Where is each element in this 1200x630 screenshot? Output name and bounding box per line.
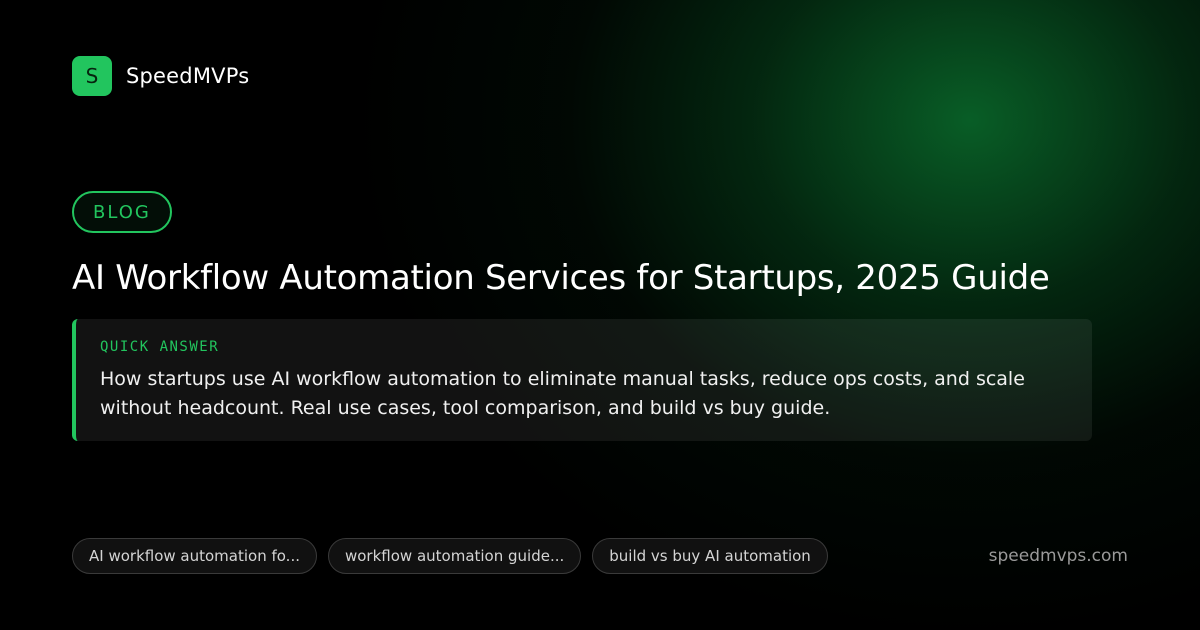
quick-answer-card: QUICK ANSWER How startups use AI workflo… bbox=[72, 319, 1092, 441]
quick-answer-text: How startups use AI workflow automation … bbox=[100, 368, 1025, 419]
tag-chip: AI workflow automation fo... bbox=[72, 538, 317, 574]
brand-name: SpeedMVPs bbox=[126, 64, 250, 88]
logo-letter: S bbox=[85, 64, 99, 88]
brand: S SpeedMVPs bbox=[72, 56, 249, 96]
page-title: AI Workflow Automation Services for Star… bbox=[72, 258, 1050, 298]
site-domain: speedmvps.com bbox=[988, 546, 1128, 566]
category-badge: BLOG bbox=[72, 191, 172, 233]
tag-chip: build vs buy AI automation bbox=[592, 538, 828, 574]
tag-list: AI workflow automation fo... workflow au… bbox=[72, 538, 828, 574]
quick-answer-label: QUICK ANSWER bbox=[100, 339, 220, 355]
tag-chip: workflow automation guide... bbox=[327, 538, 582, 574]
brand-logo: S bbox=[72, 56, 112, 96]
